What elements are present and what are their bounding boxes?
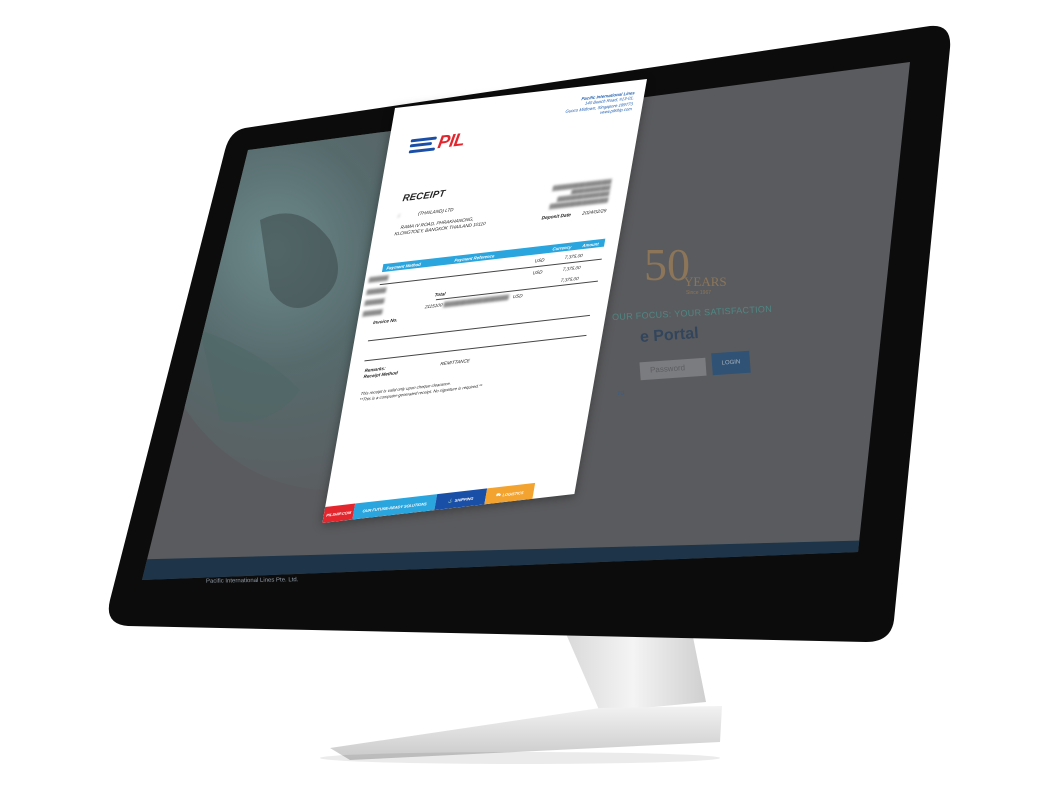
receipt-method-value: REMITTANCE: [439, 358, 471, 367]
total-label: Total: [434, 291, 447, 298]
portal-link[interactable]: rd: [618, 390, 624, 397]
footer-shipping-label: SHIPPING: [454, 495, 474, 503]
invoice-row: ██████ 2115100 ████████████████████ USD: [362, 293, 524, 317]
divider: [364, 334, 587, 362]
invoice-no-label: Invoice No.: [372, 317, 399, 326]
deposit-date-label: Deposit Date: [541, 213, 572, 222]
login-button[interactable]: LOGIN: [711, 350, 751, 376]
portal-anniversary-logo: 50 YEARS Since 1967: [640, 239, 730, 304]
company-address: Pacific International Lines 140 Beach Ro…: [542, 90, 635, 122]
invoice-number-prefix: 2115100: [424, 302, 443, 310]
customer-address: 1 (THAILAND) LTD RAMA IV ROAD, PHRAKHANO…: [394, 201, 508, 238]
invoice-currency: USD: [512, 293, 524, 300]
table-row: ██████ USD 7,375.00: [368, 252, 584, 283]
col-amount: Amount: [582, 240, 600, 248]
login-label: LOGIN: [721, 359, 741, 367]
pil-logo-icon: [408, 135, 438, 153]
row-amount: 7,375.00: [562, 264, 582, 272]
pil-logo: PIL: [408, 129, 466, 156]
footer-logistics-label: LOGISTICS: [502, 489, 525, 497]
receipt-notes: This receipt is valid only upon cheque c…: [359, 377, 484, 402]
row-currency: USD: [534, 257, 545, 264]
row-currency: USD: [532, 269, 543, 276]
years-label: YEARS: [684, 274, 727, 289]
since-label: Since 1967: [686, 290, 712, 296]
table-row: ██████ USD 7,375.00: [366, 264, 582, 295]
remarks-block: Remarks: Receipt Method: [363, 364, 399, 380]
col-payment-method: Payment Method: [386, 261, 422, 271]
col-payment-reference: Payment Reference: [454, 252, 495, 263]
deposit-date-value: 2024/02/29: [581, 209, 607, 217]
total-amount: 7,375.00: [560, 275, 580, 283]
truck-icon: ⛟: [495, 491, 502, 498]
col-currency: Currency: [552, 243, 572, 252]
receipt-title: RECEIPT: [401, 188, 447, 205]
ship-icon: ⚓: [447, 497, 454, 504]
pil-logo-text: PIL: [436, 129, 467, 153]
row-amount: 7,375.00: [564, 252, 584, 260]
deposit-date-row: Deposit Date 2024/02/29: [541, 209, 607, 221]
total-row: ██████ Total 7,375.00: [364, 275, 580, 306]
password-placeholder: Password: [649, 363, 686, 375]
